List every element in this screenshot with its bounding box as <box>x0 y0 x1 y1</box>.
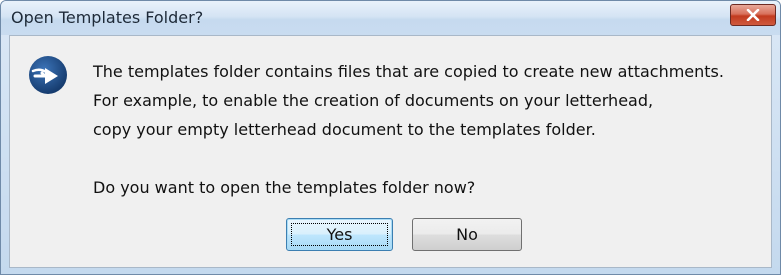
yes-button-label: Yes <box>326 225 353 244</box>
arrow-right-circle-icon <box>29 56 67 94</box>
dialog-message: The templates folder contains files that… <box>93 58 724 145</box>
close-button[interactable] <box>730 4 776 26</box>
dialog-window: Open Templates Folder? The templates fol… <box>0 0 781 275</box>
no-button[interactable]: No <box>412 218 522 251</box>
title-bar[interactable]: Open Templates Folder? <box>1 1 780 35</box>
message-line: For example, to enable the creation of d… <box>93 91 654 110</box>
message-line: The templates folder contains files that… <box>93 62 724 81</box>
dialog-content: The templates folder contains files that… <box>9 35 772 268</box>
close-icon <box>746 9 760 21</box>
no-button-label: No <box>456 225 478 244</box>
message-line: copy your empty letterhead document to t… <box>93 120 596 139</box>
dialog-question: Do you want to open the templates folder… <box>93 178 476 197</box>
window-title: Open Templates Folder? <box>11 8 204 27</box>
yes-button[interactable]: Yes <box>286 218 393 251</box>
